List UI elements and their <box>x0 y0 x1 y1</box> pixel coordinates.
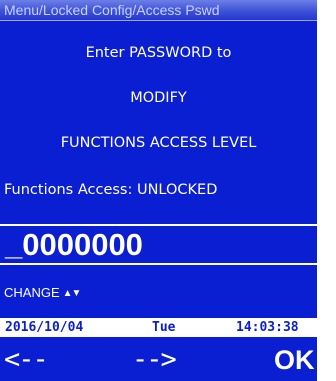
breadcrumb: Menu/Locked Config/Access Pswd <box>0 0 317 21</box>
date-time-bar: 2016/10/04 Tue 14:03:38 <box>0 318 317 337</box>
prompt-line-3: FUNCTIONS ACCESS LEVEL <box>60 135 257 151</box>
previous-softkey[interactable]: <-- <box>4 342 49 378</box>
weekday-label: Tue <box>152 320 176 335</box>
next-softkey[interactable]: --> <box>132 342 177 378</box>
password-field[interactable]: _0000000 <box>0 224 317 265</box>
time-label: 14:03:38 <box>236 320 299 335</box>
change-control[interactable]: CHANGE ▲▼ <box>4 284 82 303</box>
change-label: CHANGE <box>4 285 60 300</box>
prompt-line-2: MODIFY <box>130 90 187 106</box>
device-screen: Menu/Locked Config/Access Pswd Enter PAS… <box>0 0 317 381</box>
softkey-bar: <-- --> OK <box>0 340 317 381</box>
prompt-line-1: Enter PASSWORD to <box>85 45 232 61</box>
date-label: 2016/10/04 <box>5 320 84 335</box>
up-down-arrows-icon: ▲▼ <box>62 288 82 299</box>
functions-access-status: Functions Access: UNLOCKED <box>4 182 218 198</box>
ok-softkey[interactable]: OK <box>274 342 315 378</box>
